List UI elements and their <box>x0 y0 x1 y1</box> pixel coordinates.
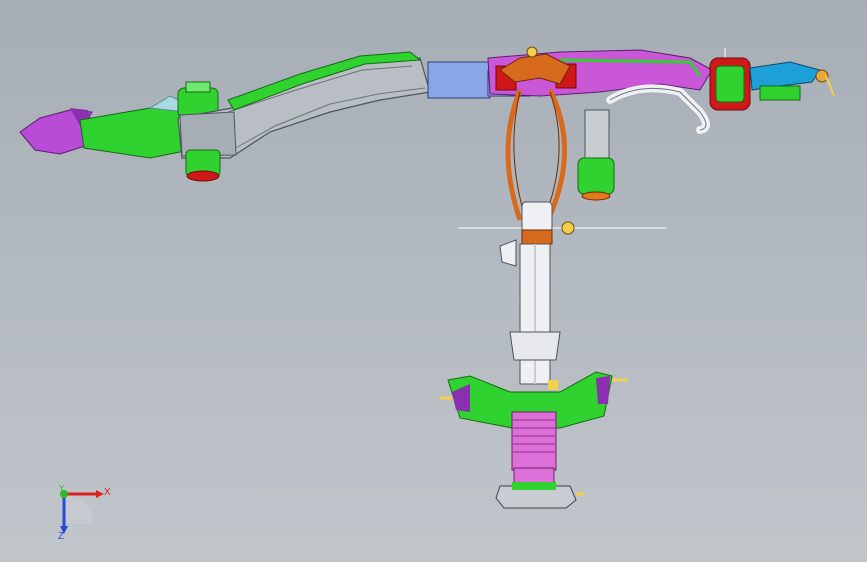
suspension-assembly-model[interactable] <box>0 0 867 562</box>
lower-strut-mount[interactable] <box>495 482 584 509</box>
coil-spring-boot[interactable] <box>511 411 557 487</box>
strut-shock-absorber[interactable] <box>509 243 561 385</box>
triad-y-label: Y <box>59 484 65 493</box>
right-mount-red[interactable] <box>709 57 751 111</box>
coolant-pipe-white[interactable] <box>606 84 710 134</box>
triad-z-label: Z <box>58 531 65 542</box>
right-tie-rod-end[interactable] <box>749 61 835 101</box>
left-frame-rail-green[interactable] <box>79 95 191 159</box>
triad-x-label: X <box>104 487 111 498</box>
x-axis-arrowhead <box>96 490 104 498</box>
left-lower-bushing[interactable] <box>185 149 221 182</box>
sway-bar-link-bushing[interactable] <box>577 109 615 201</box>
lateral-links-orange[interactable] <box>505 88 567 222</box>
cad-viewport[interactable]: X Y Z <box>0 0 867 562</box>
triad-quadrant-shade <box>64 494 94 524</box>
